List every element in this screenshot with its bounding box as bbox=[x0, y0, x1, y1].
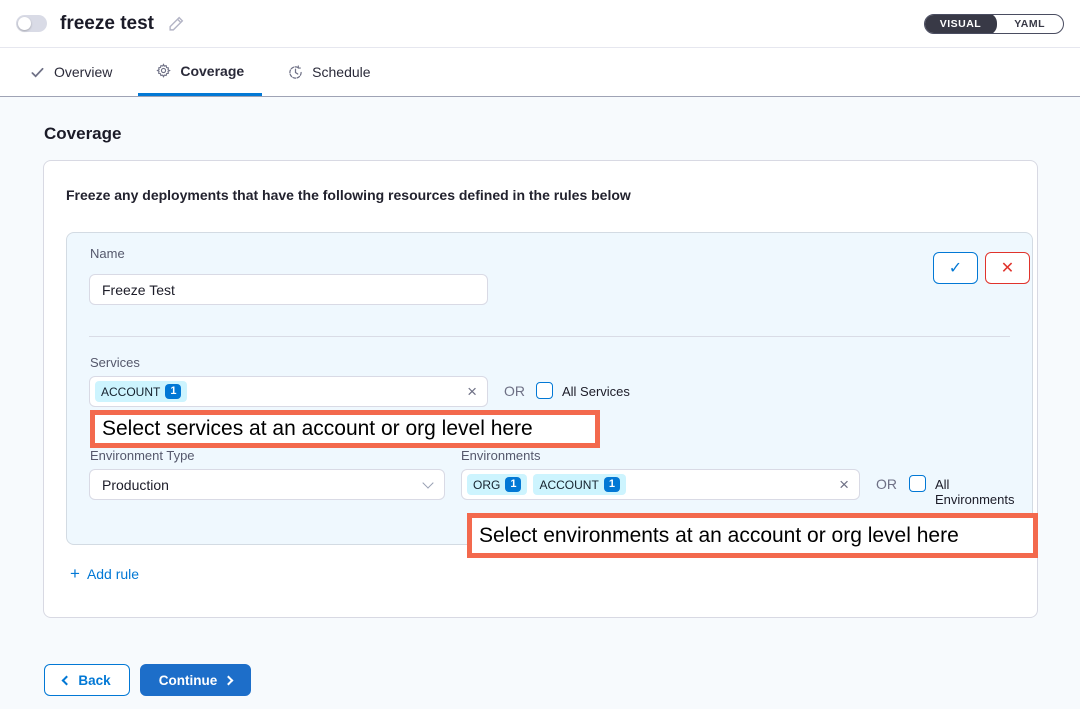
visual-yaml-toggle: VISUAL YAML bbox=[924, 14, 1064, 34]
card-title: Freeze any deployments that have the fol… bbox=[66, 187, 631, 203]
all-services-label: All Services bbox=[562, 384, 630, 399]
service-tag-count: 1 bbox=[165, 384, 181, 399]
freeze-enabled-toggle[interactable] bbox=[16, 15, 47, 32]
coverage-card: Freeze any deployments that have the fol… bbox=[43, 160, 1038, 618]
environment-type-value: Production bbox=[102, 477, 169, 493]
close-icon: ✕ bbox=[1001, 258, 1014, 278]
all-environments-label: All Environments bbox=[935, 477, 1032, 507]
freeze-studio-page: freeze test VISUAL YAML Overview bbox=[0, 0, 1080, 709]
check-icon bbox=[30, 65, 45, 80]
continue-button[interactable]: Continue bbox=[140, 664, 251, 696]
add-rule-label: Add rule bbox=[87, 566, 139, 582]
chevron-right-icon bbox=[224, 675, 234, 685]
name-label: Name bbox=[90, 246, 125, 261]
services-multiselect[interactable]: ACCOUNT 1 × bbox=[89, 376, 488, 407]
services-clear-icon[interactable]: × bbox=[467, 383, 477, 400]
page-title: freeze test bbox=[60, 13, 154, 35]
environment-type-select[interactable]: Production bbox=[89, 469, 445, 500]
delete-rule-button[interactable]: ✕ bbox=[985, 252, 1030, 284]
environment-tag-account: ACCOUNT 1 bbox=[533, 474, 625, 495]
clock-icon bbox=[288, 65, 303, 80]
environment-tag-org-count: 1 bbox=[505, 477, 521, 492]
tab-schedule-label: Schedule bbox=[312, 64, 370, 80]
tab-overview-label: Overview bbox=[54, 64, 112, 80]
tab-overview[interactable]: Overview bbox=[30, 48, 112, 96]
tab-coverage-label: Coverage bbox=[180, 63, 244, 79]
name-input[interactable] bbox=[89, 274, 488, 305]
environments-or-label: OR bbox=[876, 476, 897, 492]
service-tag-text: ACCOUNT bbox=[101, 385, 160, 399]
tab-bar: Overview Coverage Schedule bbox=[0, 48, 1080, 97]
tab-coverage[interactable]: Coverage bbox=[138, 48, 262, 96]
all-environments-checkbox[interactable] bbox=[909, 475, 926, 492]
environments-label: Environments bbox=[461, 448, 540, 463]
services-or-label: OR bbox=[504, 383, 525, 399]
divider bbox=[89, 336, 1010, 337]
environments-clear-icon[interactable]: × bbox=[839, 476, 849, 493]
back-button[interactable]: Back bbox=[44, 664, 130, 696]
visual-option[interactable]: VISUAL bbox=[924, 14, 998, 34]
add-rule-button[interactable]: + Add rule bbox=[70, 565, 139, 582]
gear-icon bbox=[156, 63, 171, 78]
tab-schedule[interactable]: Schedule bbox=[288, 48, 370, 96]
header: freeze test VISUAL YAML bbox=[0, 0, 1080, 48]
environment-type-label: Environment Type bbox=[90, 448, 195, 463]
environment-tag-org-text: ORG bbox=[473, 478, 500, 492]
edit-title-icon[interactable] bbox=[168, 15, 185, 32]
rule-panel: Name ✓ ✕ Services ACCOUNT 1 × bbox=[66, 232, 1033, 545]
all-services-checkbox[interactable] bbox=[536, 382, 553, 399]
environment-tag-account-count: 1 bbox=[604, 477, 620, 492]
environment-tag-account-text: ACCOUNT bbox=[539, 478, 598, 492]
plus-icon: + bbox=[70, 565, 80, 582]
service-tag: ACCOUNT 1 bbox=[95, 381, 187, 402]
services-annotation: Select services at an account or org lev… bbox=[90, 410, 600, 448]
environments-multiselect[interactable]: ORG 1 ACCOUNT 1 × bbox=[461, 469, 860, 500]
environments-annotation: Select environments at an account or org… bbox=[467, 513, 1038, 558]
continue-label: Continue bbox=[159, 673, 218, 688]
confirm-rule-button[interactable]: ✓ bbox=[933, 252, 978, 284]
back-label: Back bbox=[78, 673, 110, 688]
chevron-left-icon bbox=[62, 675, 72, 685]
environment-tag-org: ORG 1 bbox=[467, 474, 527, 495]
section-heading: Coverage bbox=[44, 124, 121, 144]
content-area: Coverage Freeze any deployments that hav… bbox=[0, 97, 1080, 709]
yaml-option[interactable]: YAML bbox=[996, 14, 1063, 34]
services-label: Services bbox=[90, 355, 140, 370]
chevron-down-icon bbox=[422, 477, 433, 488]
check-icon: ✓ bbox=[949, 258, 962, 278]
toggle-knob bbox=[18, 17, 31, 30]
